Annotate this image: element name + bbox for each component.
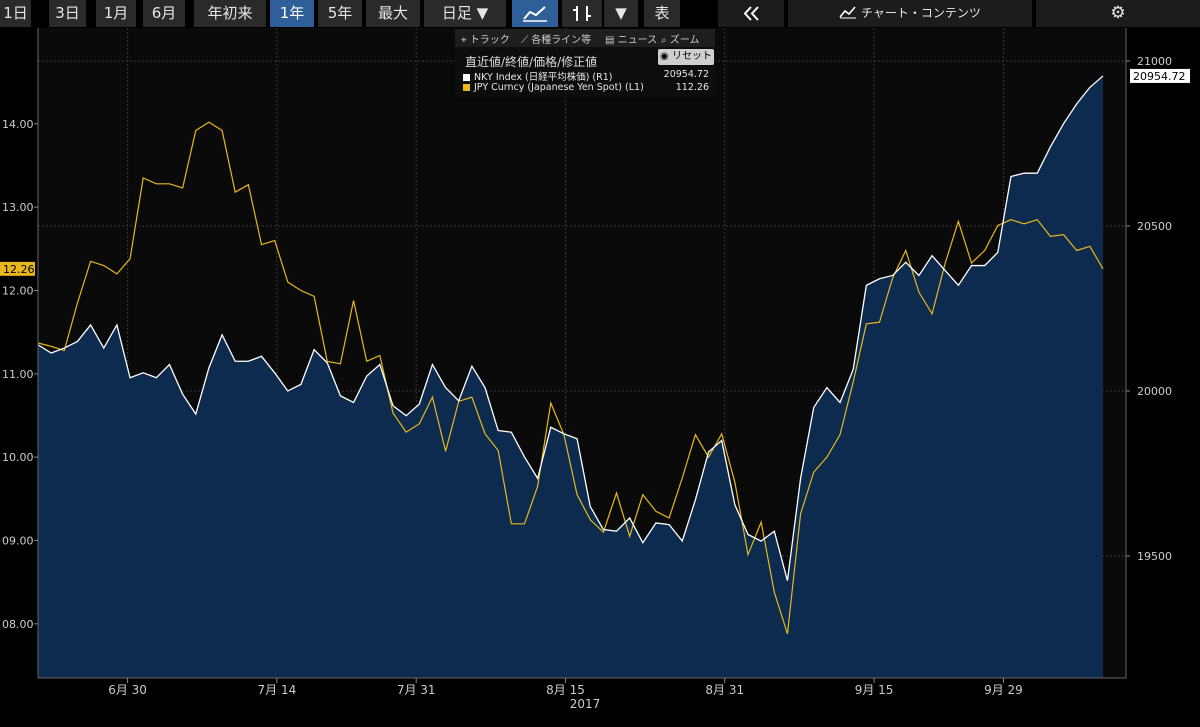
jpy-swatch: [463, 84, 470, 91]
right-tick-label: 19500: [1137, 550, 1172, 563]
reset-label: リセット: [671, 51, 712, 62]
zoom-tool[interactable]: ⌕ ズーム: [661, 31, 699, 46]
news-label: ニュース: [617, 35, 658, 46]
range-6m-button[interactable]: 6月: [143, 0, 185, 27]
toolbar: 1日 3日 1月 6月 年初来 1年 5年 最大 日足 ▼ ▼ 表 チャート・コ…: [0, 0, 1200, 28]
legend-row-nky[interactable]: NKY Index (日経平均株価) (R1) 20954.72: [463, 69, 713, 83]
track-label: トラック: [469, 35, 510, 46]
x-tick-label: 7月 31: [397, 683, 436, 697]
range-ytd-button[interactable]: 年初来: [194, 0, 266, 27]
double-chevron-left-icon: [743, 6, 759, 21]
chart-type-dropdown[interactable]: ▼: [604, 0, 638, 27]
left-tick-label: 14.00: [2, 118, 34, 131]
range-5y-button[interactable]: 5年: [318, 0, 362, 27]
nky-swatch: [463, 74, 470, 81]
chart-contents-label: チャート・コンテンツ: [861, 6, 981, 20]
x-tick-label: 7月 14: [258, 683, 297, 697]
right-axis-labels: 21000 20500 20000 19500: [1137, 55, 1172, 563]
chart-contents-button[interactable]: チャート・コンテンツ: [788, 0, 1032, 27]
jpy-legend-label: JPY Curncy (Japanese Yen Spot) (L1): [474, 82, 644, 93]
range-1m-button[interactable]: 1月: [96, 0, 136, 27]
left-current-value: 12.26: [3, 263, 35, 276]
candle-chart-button[interactable]: [562, 0, 602, 27]
gear-icon: ⚙: [1110, 3, 1126, 23]
nky-legend-value: 20954.72: [663, 69, 709, 80]
radio-icon: ◉: [660, 51, 669, 62]
chart-area: 14.00 13.00 12.00 11.00 10.00 09.00 08.00 2100…: [0, 28, 1200, 723]
line-chart-button[interactable]: [512, 0, 558, 27]
right-tick-label: 20000: [1137, 385, 1172, 398]
year-label: 2017: [570, 697, 601, 711]
zoom-label: ズーム: [669, 35, 700, 46]
reset-button[interactable]: ◉ リセット: [658, 49, 714, 65]
track-tool[interactable]: ⌖ トラック: [461, 31, 510, 46]
legend-header: 直近値/終値/価格/修正値: [465, 55, 598, 69]
x-tick-label: 8月 15: [546, 683, 585, 697]
left-current-value-badge: 12.26: [0, 261, 35, 276]
range-3d-button[interactable]: 3日: [49, 0, 86, 27]
left-axis-labels: 14.00 13.00 12.00 11.00 10.00 09.00 08.00: [2, 118, 34, 631]
jpy-legend-value: 112.26: [675, 82, 709, 93]
bar-chart-icon: [573, 6, 591, 21]
period-dropdown[interactable]: 日足 ▼: [424, 0, 506, 27]
range-max-button[interactable]: 最大: [366, 0, 420, 27]
x-tick-label: 9月 29: [984, 683, 1023, 697]
right-current-value-badge: 20954.72: [1130, 68, 1190, 83]
range-1y-button[interactable]: 1年: [270, 0, 314, 27]
lines-tool[interactable]: ⟋ 各種ライン等: [521, 31, 591, 46]
settings-button[interactable]: ⚙: [1036, 0, 1200, 27]
x-tick-label: 6月 30: [108, 683, 147, 697]
right-tick-label: 20500: [1137, 220, 1172, 233]
x-tick-label: 8月 31: [705, 683, 744, 697]
legend-toolbar: ⌖ トラック ⟋ 各種ライン等 ▤ ニュース ⌕ ズーム: [455, 29, 715, 47]
left-tick-label: 11.00: [2, 368, 34, 381]
line-chart-icon: [523, 6, 547, 22]
table-button[interactable]: 表: [644, 0, 680, 27]
left-tick-label: 10.00: [2, 451, 34, 464]
left-tick-label: 09.00: [2, 535, 34, 548]
collapse-button[interactable]: [718, 0, 784, 27]
news-tool[interactable]: ▤ ニュース: [605, 31, 657, 46]
left-tick-label: 08.00: [2, 618, 34, 631]
x-tick-label: 9月 15: [855, 683, 894, 697]
chart-contents-icon: [839, 6, 857, 19]
left-tick-label: 12.00: [2, 285, 34, 298]
legend-row-jpy[interactable]: JPY Curncy (Japanese Yen Spot) (L1) 112.…: [463, 82, 713, 93]
lines-label: 各種ライン等: [531, 35, 592, 46]
right-tick-label: 21000: [1137, 55, 1172, 68]
x-axis-labels: 6月 30 7月 14 7月 31 8月 15 8月 31 9月 15 9月 29: [108, 683, 1023, 697]
left-tick-label: 13.00: [2, 201, 34, 214]
price-chart: 14.00 13.00 12.00 11.00 10.00 09.00 08.00 2100…: [0, 28, 1190, 711]
range-1d-button[interactable]: 1日: [0, 0, 31, 27]
right-current-value: 20954.72: [1133, 70, 1186, 83]
triangle-down-icon: ▼: [615, 4, 627, 22]
